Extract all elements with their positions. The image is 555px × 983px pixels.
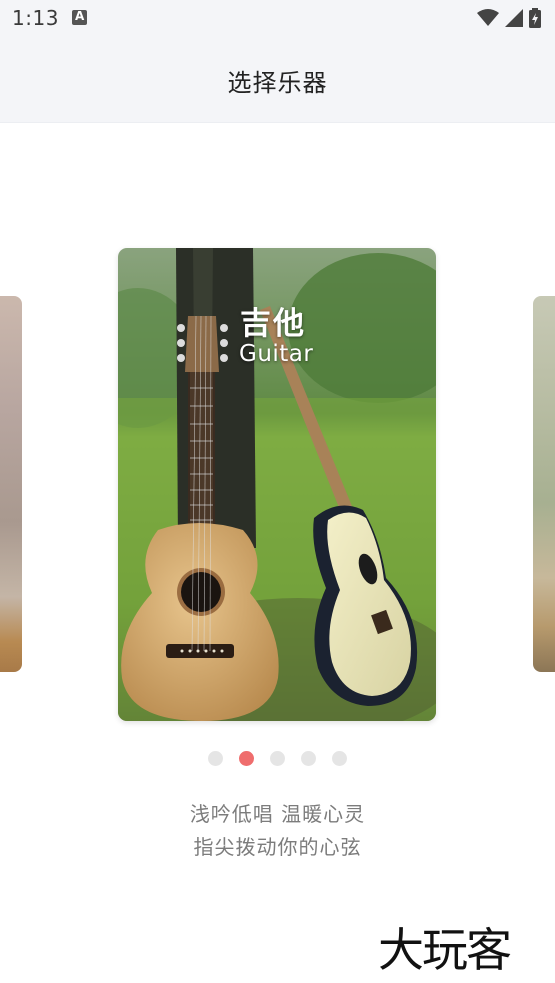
status-time: 1:13 bbox=[12, 6, 59, 30]
status-bar: 1:13 A bbox=[0, 0, 555, 36]
page-dot-2-active[interactable] bbox=[239, 751, 254, 766]
carousel-card-next[interactable] bbox=[533, 296, 555, 672]
page-dot-4[interactable] bbox=[301, 751, 316, 766]
page-dot-3[interactable] bbox=[270, 751, 285, 766]
carousel-card-guitar[interactable]: 吉他 Guitar bbox=[118, 248, 436, 721]
card-subtitle: Guitar bbox=[239, 341, 314, 367]
battery-icon bbox=[529, 8, 541, 28]
page-indicator bbox=[0, 751, 555, 767]
carousel-card-previous[interactable] bbox=[0, 296, 22, 672]
description-line-1: 浅吟低唱 温暖心灵 bbox=[189, 802, 366, 826]
page-dot-5[interactable] bbox=[332, 751, 347, 766]
page-title: 选择乐器 bbox=[227, 69, 328, 97]
signal-icon bbox=[505, 9, 523, 27]
system-icons bbox=[477, 8, 541, 28]
app-bar: 选择乐器 bbox=[0, 36, 555, 123]
a-letter-icon: A bbox=[72, 9, 87, 25]
wifi-icon bbox=[477, 9, 499, 26]
page-dot-1[interactable] bbox=[208, 751, 223, 766]
description-line-2: 指尖拨动你的心弦 bbox=[193, 835, 362, 859]
watermark-logo: 大玩客 bbox=[378, 923, 512, 977]
card-title: 吉他 bbox=[240, 306, 306, 342]
